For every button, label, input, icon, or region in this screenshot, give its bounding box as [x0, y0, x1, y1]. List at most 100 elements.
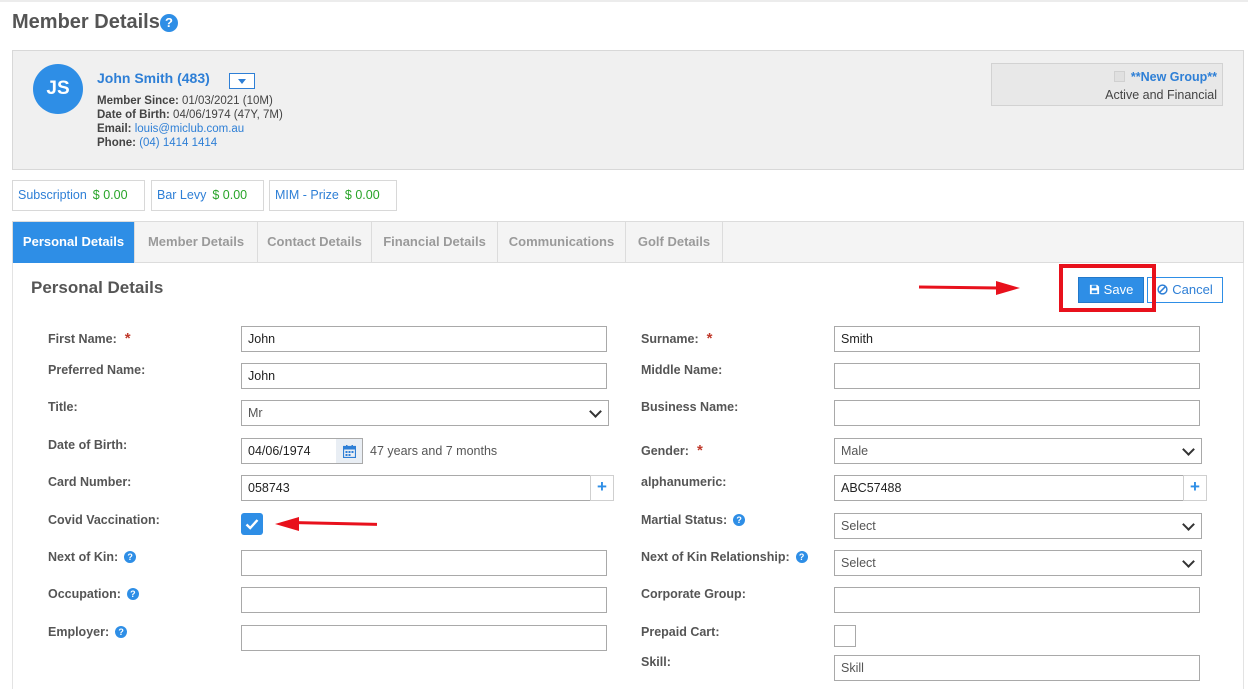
gender-select[interactable]: Male — [834, 438, 1202, 464]
required-marker: * — [706, 330, 713, 347]
select-value: Mr — [248, 406, 263, 420]
plus-icon: + — [597, 477, 607, 496]
page-title: Member Details — [12, 11, 160, 33]
tab-golf-details[interactable]: Golf Details — [626, 222, 723, 263]
ban-icon — [1157, 284, 1168, 295]
prepaid-cart-checkbox[interactable] — [834, 625, 856, 647]
calendar-button[interactable] — [336, 438, 363, 464]
avatar: JS — [33, 64, 83, 114]
dob-label: Date of Birth: — [97, 109, 170, 121]
tab-personal-details[interactable]: Personal Details — [13, 222, 135, 263]
chevron-down-icon — [1182, 443, 1195, 456]
select-value: Male — [841, 444, 869, 458]
skill-label: Skill: — [641, 655, 671, 669]
employer-input[interactable] — [241, 625, 607, 651]
group-status-box: **New Group** Active and Financial — [991, 63, 1223, 106]
member-actions-dropdown[interactable] — [229, 73, 255, 89]
member-name-link[interactable]: John Smith (483) — [97, 70, 210, 86]
age-text: 47 years and 7 months — [370, 444, 498, 458]
dob-value: 04/06/1974 (47Y, 7M) — [173, 109, 283, 121]
cancel-label: Cancel — [1172, 282, 1213, 297]
surname-input[interactable]: Smith — [834, 326, 1200, 352]
next-of-kin-label: Next of Kin:? — [48, 550, 137, 564]
fee-bar-levy[interactable]: Bar Levy $ 0.00 — [151, 180, 264, 211]
fee-amount: $ 0.00 — [344, 188, 380, 202]
add-card-button[interactable]: + — [590, 475, 614, 501]
plus-icon: + — [1190, 477, 1200, 496]
business-name-label: Business Name: — [641, 400, 739, 414]
title-select[interactable]: Mr — [241, 400, 609, 426]
chevron-down-icon — [1182, 555, 1195, 568]
member-since-value: 01/03/2021 (10M) — [182, 95, 273, 107]
group-checkbox[interactable] — [1113, 71, 1125, 82]
kin-relationship-select[interactable]: Select — [834, 550, 1202, 576]
business-name-input[interactable] — [834, 400, 1200, 426]
skill-input[interactable]: Skill — [834, 655, 1200, 681]
group-name-link[interactable]: **New Group** — [1131, 70, 1217, 84]
fee-amount: $ 0.00 — [212, 188, 248, 202]
surname-label: Surname: * — [641, 330, 713, 347]
marital-status-select[interactable]: Select — [834, 513, 1202, 539]
gender-label: Gender: * — [641, 442, 703, 459]
label-text: Martial Status: — [641, 513, 728, 527]
required-marker: * — [696, 442, 703, 459]
label-text: Next of Kin: — [48, 550, 119, 564]
covid-vaccination-label: Covid Vaccination: — [48, 513, 160, 527]
save-highlight-annotation — [1059, 264, 1156, 312]
label-text: Next of Kin Relationship: — [641, 550, 790, 564]
calendar-icon — [343, 445, 356, 458]
chevron-down-icon — [589, 405, 602, 418]
help-icon[interactable]: ? — [126, 588, 139, 600]
occupation-label: Occupation:? — [48, 587, 139, 601]
member-summary-card: JS John Smith (483) Member Since: 01/03/… — [12, 50, 1244, 170]
corporate-group-label: Corporate Group: — [641, 587, 746, 601]
fee-label: Subscription — [18, 188, 87, 202]
cancel-button[interactable]: Cancel — [1147, 277, 1223, 303]
dob-input[interactable]: 04/06/1974 — [241, 438, 337, 464]
member-status: Active and Financial — [1105, 88, 1217, 102]
covid-vaccination-checkbox[interactable] — [241, 513, 263, 535]
help-icon[interactable]: ? — [160, 14, 178, 32]
first-name-input[interactable]: John — [241, 326, 607, 352]
phone-label: Phone: — [97, 137, 136, 149]
label-text: Employer: — [48, 625, 110, 639]
first-name-label: First Name: * — [48, 330, 131, 347]
add-alphanumeric-button[interactable]: + — [1183, 475, 1207, 501]
section-title: Personal Details — [31, 278, 164, 297]
middle-name-input[interactable] — [834, 363, 1200, 389]
label-text: Occupation: — [48, 587, 121, 601]
help-icon[interactable]: ? — [124, 551, 137, 563]
title-label: Title: — [48, 400, 78, 414]
fee-amount: $ 0.00 — [92, 188, 128, 202]
fee-mim-prize[interactable]: MIM - Prize $ 0.00 — [269, 180, 397, 211]
preferred-name-label: Preferred Name: — [48, 363, 146, 377]
tab-contact-details[interactable]: Contact Details — [258, 222, 372, 263]
member-info: Member Since: 01/03/2021 (10M) Date of B… — [97, 94, 283, 150]
dob-field-label: Date of Birth: — [48, 438, 128, 452]
checkmark-icon — [245, 519, 259, 530]
phone-link[interactable]: (04) 1414 1414 — [139, 137, 217, 149]
card-number-input[interactable]: 058743 — [241, 475, 591, 501]
tab-financial-details[interactable]: Financial Details — [372, 222, 498, 263]
annotation-arrow-left-head — [275, 517, 299, 531]
tab-member-details[interactable]: Member Details — [135, 222, 258, 263]
email-label: Email: — [97, 123, 132, 135]
marital-status-label: Martial Status:? — [641, 513, 746, 527]
help-icon[interactable]: ? — [115, 626, 128, 638]
middle-name-label: Middle Name: — [641, 363, 723, 377]
fee-label: Bar Levy — [157, 188, 207, 202]
help-icon[interactable]: ? — [795, 551, 808, 563]
member-since-label: Member Since: — [97, 95, 179, 107]
preferred-name-input[interactable]: John — [241, 363, 607, 389]
label-text: Surname: — [641, 332, 699, 346]
tab-communications[interactable]: Communications — [498, 222, 626, 263]
alphanumeric-input[interactable]: ABC57488 — [834, 475, 1184, 501]
occupation-input[interactable] — [241, 587, 607, 613]
help-icon[interactable]: ? — [733, 514, 746, 526]
chevron-down-icon — [1182, 518, 1195, 531]
fee-subscription[interactable]: Subscription $ 0.00 — [12, 180, 145, 211]
label-text: Gender: — [641, 444, 689, 458]
corporate-group-input[interactable] — [834, 587, 1200, 613]
next-of-kin-input[interactable] — [241, 550, 607, 576]
email-link[interactable]: louis@miclub.com.au — [135, 123, 244, 135]
